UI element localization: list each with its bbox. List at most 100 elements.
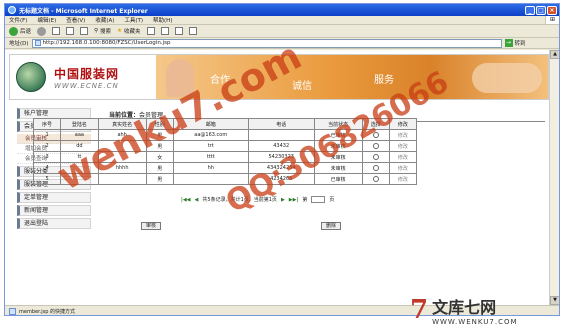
- history-button[interactable]: [146, 27, 155, 35]
- cell-email: aa@163.com: [172, 129, 249, 141]
- site-banner: 合作 诚信 服务: [156, 55, 548, 99]
- stop-button[interactable]: [52, 27, 61, 35]
- cell-realname: [97, 140, 147, 152]
- col-select: 选择: [361, 118, 390, 130]
- cell-gender: 男: [145, 162, 174, 174]
- menu-view[interactable]: 查看(V): [66, 16, 85, 24]
- table-row: 2 dd 男 trt 43432 未审核 修改: [32, 140, 418, 152]
- cell-select: [361, 173, 390, 185]
- col-gender: 性别: [145, 118, 174, 130]
- close-button[interactable]: ×: [547, 5, 557, 15]
- go-button[interactable]: → 转到: [504, 39, 526, 47]
- cell-login: tt: [60, 151, 99, 163]
- cell-select: [361, 151, 390, 163]
- modify-link[interactable]: 修改: [388, 140, 418, 152]
- address-url: http://192.168.0.100:8080/FZSC/UserLogin…: [42, 40, 171, 46]
- windows-logo-icon: ⊞: [545, 16, 559, 24]
- banner-handshake-image: [472, 63, 542, 93]
- col-index: 序号: [32, 118, 62, 130]
- favorites-button[interactable]: ★ 收藏夹: [117, 27, 140, 35]
- search-button[interactable]: ⚲ 搜索: [94, 27, 111, 35]
- site-title-cn: 中国服装网: [54, 66, 120, 81]
- approve-button[interactable]: 审核: [141, 222, 162, 230]
- cell-email: hh: [172, 162, 249, 174]
- cell-status: 已审核: [313, 173, 363, 185]
- table-header-row: 序号 登陆名 真实姓名 性别 邮箱 电话 当前状态 选择 修改: [32, 118, 418, 130]
- menu-bar: 文件(F) 编辑(E) 查看(V) 收藏(A) 工具(T) 帮助(H) ⊞: [5, 16, 559, 25]
- cell-realname: [97, 151, 147, 163]
- cell-index: 2: [32, 140, 62, 152]
- mail-button[interactable]: [160, 27, 169, 35]
- menu-help[interactable]: 帮助(H): [153, 16, 172, 24]
- address-input[interactable]: http://192.168.0.100:8080/FZSC/UserLogin…: [31, 38, 502, 48]
- vertical-scrollbar[interactable]: ▲ ▼: [549, 50, 559, 305]
- banner-word-3: 服务: [374, 75, 394, 86]
- table-row: 1 aaa ahh 男 aa@163.com 已审核 修改: [32, 129, 418, 141]
- back-label: 后退: [20, 29, 32, 35]
- menu-favorites[interactable]: 收藏(A): [95, 16, 114, 24]
- last-page-icon[interactable]: ▶▶|: [289, 197, 299, 203]
- page-suffix: 页: [329, 197, 335, 203]
- cell-index: 5: [32, 173, 62, 185]
- scroll-up-icon[interactable]: ▲: [550, 50, 559, 59]
- back-button[interactable]: 后退: [9, 26, 32, 36]
- browser-window: 无标题文档 - Microsoft Internet Explorer _ □ …: [4, 3, 560, 316]
- edit-button[interactable]: [188, 27, 197, 35]
- page-status-icon: [9, 307, 16, 315]
- cell-realname: ahh: [97, 129, 147, 141]
- site-logo: 中国服装网 WWW.ECNE.CN: [10, 55, 156, 99]
- home-button[interactable]: [80, 27, 89, 35]
- cell-gender: 男: [145, 173, 174, 185]
- page-content: 中国服装网 WWW.ECNE.CN 合作 诚信 服务 帐户管理 会员管理 会员审…: [5, 50, 550, 305]
- address-label: 地址(D): [9, 41, 29, 47]
- modify-link[interactable]: 修改: [388, 129, 418, 141]
- cell-phone: 434324234: [247, 162, 315, 174]
- select-radio[interactable]: [372, 153, 379, 160]
- pagination: |◀◀ ◀ 共5条记录，共计1页，当前第1页 ▶ ▶▶| 第 页: [181, 196, 421, 203]
- cell-phone: 43432: [247, 140, 315, 152]
- maximize-button[interactable]: □: [536, 5, 546, 15]
- menu-file[interactable]: 文件(F): [9, 16, 27, 24]
- scroll-down-icon[interactable]: ▼: [550, 296, 559, 305]
- sidebar-item-logout[interactable]: 退出登陆: [17, 218, 91, 229]
- refresh-button[interactable]: [66, 27, 75, 35]
- col-status: 当前状态: [313, 118, 363, 130]
- page-icon: [34, 40, 41, 46]
- modify-link[interactable]: 修改: [388, 173, 418, 185]
- modify-link[interactable]: 修改: [388, 151, 418, 163]
- cell-phone: 54230323: [247, 151, 315, 163]
- forward-button[interactable]: [37, 26, 47, 36]
- col-modify: 修改: [388, 118, 418, 130]
- star-icon: ★: [117, 28, 122, 34]
- menu-edit[interactable]: 编辑(E): [37, 16, 56, 24]
- wenku-logo-en: WWW.WENKU7.COM: [432, 318, 518, 326]
- pager-info: 共5条记录，共计1页，当前第1页: [202, 197, 277, 203]
- back-arrow-icon: [9, 26, 18, 36]
- cell-status: 已审核: [313, 129, 363, 141]
- select-radio[interactable]: [372, 131, 379, 138]
- modify-link[interactable]: 修改: [388, 162, 418, 174]
- first-page-icon[interactable]: |◀◀: [181, 197, 191, 203]
- print-button[interactable]: [174, 27, 183, 35]
- menu-tools[interactable]: 工具(T): [124, 16, 143, 24]
- cell-status: 未审核: [313, 151, 363, 163]
- sidebar-item-news[interactable]: 新闻管理: [17, 205, 91, 216]
- select-radio[interactable]: [372, 164, 379, 171]
- wenku-logo-cn: 文库七网: [432, 298, 497, 317]
- delete-button[interactable]: 删除: [320, 222, 341, 230]
- col-email: 邮箱: [172, 118, 249, 130]
- col-login: 登陆名: [60, 118, 99, 130]
- cell-realname: [97, 173, 147, 185]
- sidebar-item-orders[interactable]: 定单管理: [17, 192, 91, 203]
- cell-realname: hhhh: [97, 162, 147, 174]
- table-row: 4 hhhh 男 hh 434324234 未审核 修改: [32, 162, 418, 174]
- next-page-icon[interactable]: ▶: [281, 197, 285, 203]
- minimize-button[interactable]: _: [525, 5, 535, 15]
- banner-word-2: 诚信: [292, 81, 312, 92]
- banner-person-image: [166, 59, 194, 97]
- cell-select: [361, 129, 390, 141]
- prev-page-icon[interactable]: ◀: [195, 197, 199, 203]
- select-radio[interactable]: [372, 175, 379, 182]
- select-radio[interactable]: [372, 142, 379, 149]
- page-number-input[interactable]: [311, 196, 326, 203]
